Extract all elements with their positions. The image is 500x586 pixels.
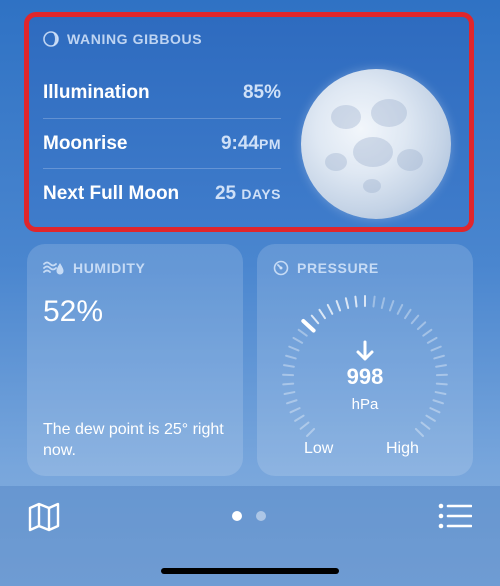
gauge-tick <box>433 354 445 360</box>
gauge-low-label: Low <box>304 440 334 457</box>
gauge-tick <box>335 300 342 312</box>
moon-card-header: WANING GIBBOUS <box>43 31 202 47</box>
gauge-needle <box>301 318 316 333</box>
gauge-tick <box>404 308 412 320</box>
gauge-tick <box>310 314 320 325</box>
gauge-tick <box>380 297 386 309</box>
illumination-row: Illumination 85% <box>43 68 281 118</box>
gauge-tick <box>425 414 436 422</box>
humidity-value: 52% <box>43 295 104 328</box>
moon-image <box>301 69 451 219</box>
gauge-tick <box>420 421 431 430</box>
moon-card[interactable]: WANING GIBBOUS Illumination 85% Moonrise… <box>24 12 474 232</box>
gauge-tick <box>410 314 420 325</box>
moonrise-row: Moonrise 9:44PM <box>43 119 281 169</box>
pressure-value: 998 <box>346 364 384 389</box>
pressure-card[interactable]: PRESSURE 998 hPa Low High <box>257 244 473 476</box>
next-full-moon-label: Next Full Moon <box>43 183 180 204</box>
gauge-tick <box>285 354 297 360</box>
falling-arrow-icon <box>356 340 374 361</box>
list-icon[interactable] <box>438 503 472 529</box>
gauge-tick <box>416 321 427 331</box>
pressure-unit: hPa <box>351 396 379 413</box>
humidity-card-header: HUMIDITY <box>43 260 145 276</box>
gauge-tick <box>422 328 433 337</box>
moon-phase-label: WANING GIBBOUS <box>67 31 203 47</box>
gauge-tick <box>299 421 310 430</box>
next-full-moon-row: Next Full Moon 25 DAYS <box>43 169 281 219</box>
gauge-tick <box>372 295 376 308</box>
dew-point-description: The dew point is 25° right now. <box>43 421 224 459</box>
gauge-tick <box>414 427 424 437</box>
gauge-tick <box>388 300 395 312</box>
humidity-icon <box>43 261 64 275</box>
gauge-tick <box>344 297 350 309</box>
moonrise-label: Moonrise <box>43 133 128 154</box>
gauge-needle-mark <box>301 318 316 333</box>
gauge-tick <box>294 414 305 422</box>
moon-phase-icon <box>43 31 59 47</box>
illumination-value: 85% <box>242 82 281 103</box>
gauge-tick <box>434 391 447 395</box>
moonrise-value: 9:44PM <box>220 133 281 154</box>
gauge-tick <box>396 303 404 315</box>
gauge-tick <box>292 336 304 344</box>
gauge-tick <box>354 295 358 308</box>
map-icon[interactable] <box>28 502 60 532</box>
gauge-tick <box>306 427 316 437</box>
illumination-label: Illumination <box>43 82 150 103</box>
page-dot-active[interactable] <box>232 511 242 521</box>
gauge-tick <box>430 345 442 352</box>
gauge-tick <box>283 391 296 395</box>
gauge-tick <box>326 303 334 315</box>
gauge-tick <box>288 345 300 352</box>
gauge-tick <box>426 336 438 344</box>
page-dot[interactable] <box>256 511 266 521</box>
gauge-tick <box>318 308 326 320</box>
humidity-label: HUMIDITY <box>73 260 146 276</box>
home-indicator[interactable] <box>161 568 339 574</box>
humidity-card[interactable]: HUMIDITY 52% The dew point is 25° right … <box>27 244 243 476</box>
gauge-tick <box>297 328 308 337</box>
gauge-high-label: High <box>386 440 419 457</box>
next-full-moon-value: 25 DAYS <box>214 183 281 204</box>
